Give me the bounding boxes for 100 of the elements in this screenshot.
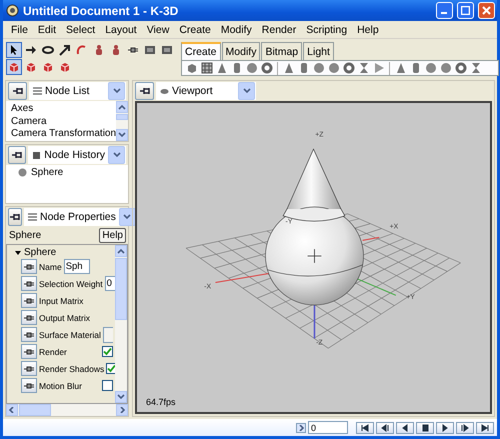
sphere-icon	[312, 62, 324, 74]
list-item[interactable]: Sphere	[31, 167, 64, 178]
create-tool-button[interactable]	[312, 62, 325, 74]
menu-item[interactable]: Edit	[32, 24, 62, 36]
step-back-button[interactable]	[396, 422, 414, 434]
palette-tab[interactable]: Modify	[222, 42, 260, 60]
property-label: Input Matrix	[39, 296, 84, 306]
frame-toggle-button[interactable]	[296, 422, 306, 432]
panel-dropdown[interactable]: Viewport	[156, 82, 256, 100]
last-button[interactable]	[476, 422, 494, 434]
create-tool-button[interactable]	[394, 62, 407, 74]
menu-item[interactable]: View	[142, 24, 174, 36]
list-item[interactable]: Axes	[6, 102, 116, 115]
plug-button[interactable]	[21, 293, 37, 308]
scroll-up-button[interactable]	[115, 245, 127, 257]
plug-button[interactable]	[21, 276, 37, 291]
scrollbar-thumb[interactable]	[116, 114, 128, 120]
plug-button[interactable]	[21, 310, 37, 325]
scroll-down-button[interactable]	[116, 129, 128, 141]
group-label: Sphere	[24, 247, 56, 258]
create-tool-button[interactable]	[454, 62, 467, 74]
menu-item[interactable]: Select	[61, 24, 100, 36]
pin-icon	[12, 85, 24, 97]
create-tool-button[interactable]	[357, 62, 370, 74]
close-button[interactable]	[478, 2, 495, 19]
palette-tab[interactable]: Light	[303, 42, 334, 60]
create-tool-button[interactable]	[282, 62, 295, 74]
expander-icon[interactable]	[15, 250, 21, 254]
menu-item[interactable]: Modify	[216, 24, 257, 36]
menu-item[interactable]: Scripting	[301, 24, 352, 36]
chevron-up-icon	[117, 248, 125, 254]
scroll-up-button[interactable]	[116, 101, 128, 113]
scrollbar-thumb[interactable]	[19, 404, 51, 416]
x-axis-line	[362, 236, 380, 241]
play-icon	[441, 424, 449, 432]
property-label: Surface Material	[39, 330, 101, 340]
menu-item[interactable]: Layout	[100, 24, 142, 36]
create-tool-button[interactable]	[327, 62, 340, 74]
plug-button[interactable]	[21, 361, 37, 376]
sphere-icon	[18, 168, 27, 177]
mode-button[interactable]	[6, 59, 22, 75]
create-tool-button[interactable]	[215, 62, 228, 74]
create-tool-button[interactable]	[439, 62, 452, 74]
z-axis-line	[314, 303, 316, 338]
create-tool-button[interactable]	[342, 62, 355, 74]
play-button[interactable]	[436, 422, 454, 434]
maximize-icon	[461, 6, 470, 15]
create-tool-button[interactable]	[469, 62, 482, 74]
panel-dropdown[interactable]: Node List	[29, 82, 126, 100]
torus-icon	[260, 62, 272, 74]
checkbox[interactable]	[102, 346, 113, 357]
first-button[interactable]	[356, 422, 374, 434]
menu-item[interactable]: Help	[352, 24, 384, 36]
chevron-down-icon	[112, 88, 120, 94]
create-tool-button[interactable]	[185, 62, 198, 74]
next-key-button[interactable]	[456, 422, 474, 434]
palette-tab[interactable]: Create	[181, 42, 221, 60]
help-button[interactable]: Help	[99, 228, 126, 243]
minimize-button[interactable]	[436, 2, 453, 19]
scrollbar-thumb[interactable]	[115, 258, 127, 320]
panel-dropdown[interactable]: Node History	[28, 146, 126, 164]
checkbox[interactable]	[102, 380, 113, 391]
tool-button[interactable]	[6, 42, 22, 58]
scroll-down-button[interactable]	[115, 391, 127, 403]
menu-item[interactable]: Create	[174, 24, 216, 36]
create-tool-button[interactable]	[260, 62, 273, 74]
input-field[interactable]: 0	[104, 276, 115, 291]
scroll-right-button[interactable]	[116, 404, 128, 416]
cone-icon	[216, 62, 228, 74]
menu-item[interactable]: File	[6, 24, 33, 36]
stop-button[interactable]	[416, 422, 434, 434]
menu-item[interactable]: Render	[256, 24, 302, 36]
plug-button[interactable]	[21, 327, 37, 342]
torus-icon	[342, 62, 354, 74]
pin-button[interactable]	[8, 208, 22, 226]
pin-button[interactable]	[8, 146, 26, 164]
hourglass-icon	[470, 62, 482, 74]
plug-button[interactable]	[21, 344, 37, 359]
prev-key-button[interactable]	[376, 422, 394, 434]
checkbox[interactable]	[106, 363, 115, 374]
create-tool-button[interactable]	[245, 62, 258, 74]
node-name: Sphere	[9, 230, 42, 241]
list-item[interactable]: Camera	[6, 114, 116, 128]
torus-icon	[454, 62, 466, 74]
panel-dropdown[interactable]: Node Properties	[24, 208, 137, 226]
input-field[interactable]: Sph	[64, 259, 90, 274]
plug-button[interactable]	[21, 259, 37, 274]
maximize-button[interactable]	[457, 2, 474, 19]
plug-button[interactable]	[21, 378, 37, 393]
tool-button[interactable]	[57, 42, 73, 58]
pin-icon	[138, 85, 150, 97]
frame-field[interactable]: 0	[308, 421, 348, 434]
palette-tab[interactable]: Bitmap	[261, 42, 302, 60]
create-tool-button[interactable]	[200, 62, 213, 74]
list-item[interactable]: Camera Transformation	[6, 127, 116, 140]
create-tool-button[interactable]	[424, 62, 437, 74]
pin-button[interactable]	[135, 82, 154, 100]
sphere-icon	[246, 62, 258, 74]
scroll-left-button[interactable]	[6, 404, 18, 416]
pin-button[interactable]	[8, 82, 27, 100]
